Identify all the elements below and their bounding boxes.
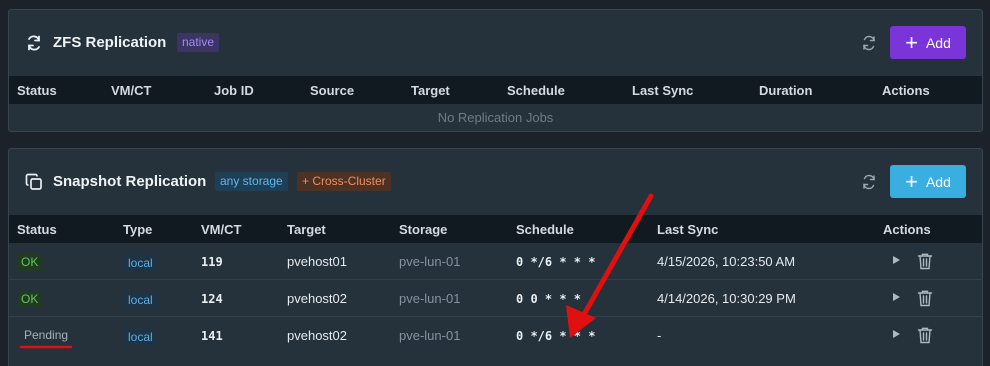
storage-name: pve-lun-01	[399, 291, 461, 306]
zfs-table-header: Status VM/CT Job ID Source Target Schedu…	[9, 76, 982, 104]
trash-icon[interactable]	[917, 252, 933, 270]
status-badge: Pending	[24, 328, 69, 342]
col-actions: Actions	[882, 83, 930, 98]
native-badge: native	[177, 33, 220, 52]
col-schedule: Schedule	[516, 222, 574, 237]
zfs-add-button[interactable]: + Add	[890, 26, 966, 59]
snapshot-panel-title: Snapshot Replication	[53, 173, 207, 190]
snapshot-add-label: Add	[925, 173, 951, 190]
col-status: Status	[17, 83, 57, 98]
vmct-id: 124	[201, 292, 223, 306]
status-badge: OK	[18, 291, 42, 308]
col-job-id: Job ID	[214, 83, 254, 98]
col-last-sync: Last Sync	[632, 83, 694, 98]
plus-icon: +	[905, 168, 918, 194]
col-source: Source	[310, 83, 355, 98]
plus-icon: +	[905, 29, 918, 55]
play-icon[interactable]	[893, 330, 900, 338]
last-sync: 4/15/2026, 10:23:50 AM	[657, 254, 796, 269]
status-badge: OK	[18, 254, 42, 271]
col-storage: Storage	[399, 222, 448, 237]
col-status: Status	[17, 222, 57, 237]
snapshot-refresh-icon[interactable]	[861, 174, 877, 190]
last-sync: -	[657, 328, 662, 343]
zfs-add-label: Add	[925, 34, 951, 51]
storage-name: pve-lun-01	[399, 328, 461, 343]
table-row[interactable]: OK local 119 pvehost01 pve-lun-01 0 */6 …	[9, 243, 982, 280]
snapshot-replication-panel: Snapshot Replication any storage + Cross…	[8, 148, 983, 366]
play-icon[interactable]	[893, 293, 900, 301]
schedule-cron: 0 0 * * *	[516, 292, 582, 306]
col-duration: Duration	[759, 83, 813, 98]
copy-icon	[25, 173, 43, 191]
any-storage-badge: any storage	[215, 172, 288, 191]
table-row[interactable]: Pending local 141 pvehost02 pve-lun-01 0…	[9, 317, 982, 354]
col-actions: Actions	[883, 222, 931, 237]
cross-cluster-badge: + Cross-Cluster	[297, 172, 391, 191]
refresh-cycle-icon	[25, 34, 43, 52]
type-badge: local	[124, 254, 157, 272]
target-host: pvehost02	[287, 328, 347, 343]
storage-name: pve-lun-01	[399, 254, 461, 269]
schedule-cron: 0 */6 * * *	[516, 255, 596, 269]
col-target: Target	[411, 83, 450, 98]
last-sync: 4/14/2026, 10:30:29 PM	[657, 291, 796, 306]
target-host: pvehost02	[287, 291, 347, 306]
play-icon[interactable]	[893, 256, 900, 264]
snapshot-add-button[interactable]: + Add	[890, 165, 966, 198]
zfs-panel-header: ZFS Replication native + Add	[9, 10, 982, 76]
zfs-refresh-icon[interactable]	[861, 35, 877, 51]
col-last-sync: Last Sync	[657, 222, 719, 237]
col-vmct: VM/CT	[111, 83, 152, 98]
col-type: Type	[123, 222, 153, 237]
type-badge: local	[124, 291, 157, 309]
table-row[interactable]: OK local 124 pvehost02 pve-lun-01 0 0 * …	[9, 280, 982, 317]
schedule-cron: 0 */6 * * *	[516, 329, 596, 343]
zfs-replication-panel: ZFS Replication native + Add Status VM/C…	[8, 9, 983, 132]
target-host: pvehost01	[287, 254, 347, 269]
empty-message: No Replication Jobs	[437, 110, 554, 125]
col-schedule: Schedule	[507, 83, 565, 98]
zfs-panel-title: ZFS Replication	[53, 34, 167, 51]
trash-icon[interactable]	[917, 289, 933, 307]
col-vmct: VM/CT	[201, 222, 242, 237]
snapshot-panel-header: Snapshot Replication any storage + Cross…	[9, 149, 982, 215]
col-target: Target	[287, 222, 326, 237]
type-badge: local	[124, 328, 157, 346]
trash-icon[interactable]	[917, 326, 933, 344]
snapshot-table-header: Status Type VM/CT Target Storage Schedul…	[9, 215, 982, 243]
vmct-id: 119	[201, 255, 223, 269]
vmct-id: 141	[201, 329, 223, 343]
